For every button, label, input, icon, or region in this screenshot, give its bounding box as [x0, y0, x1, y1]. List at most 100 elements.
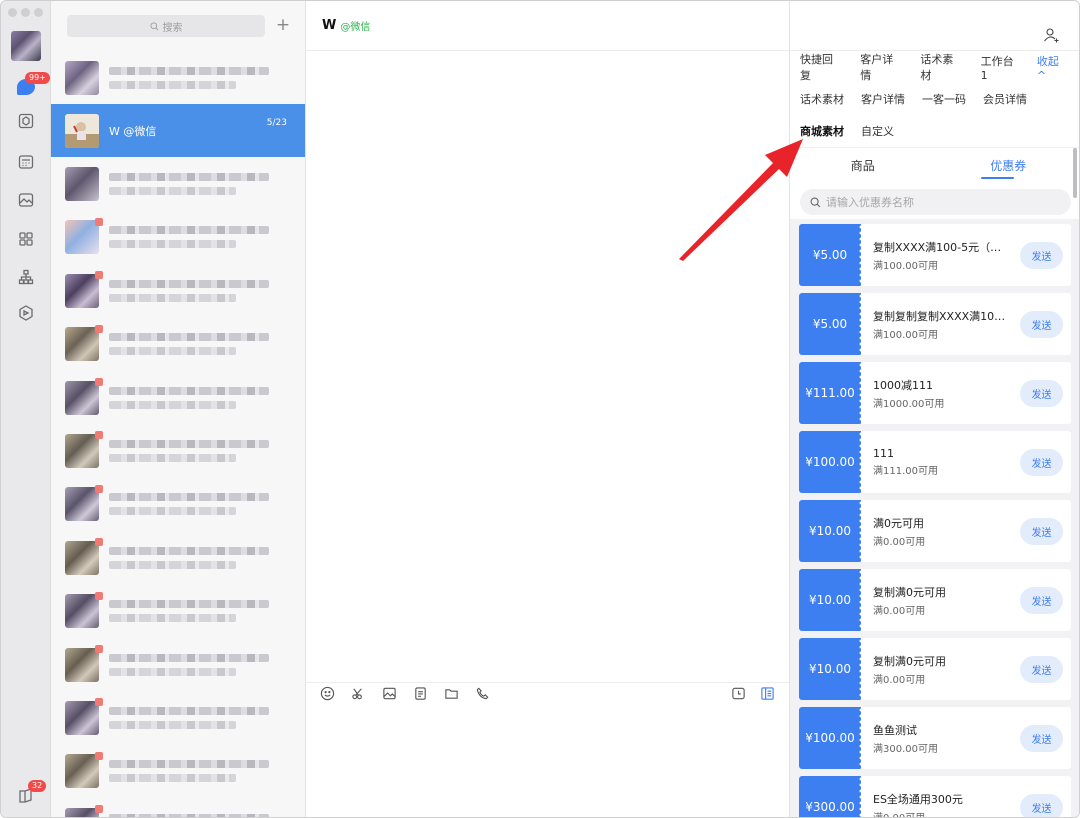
file-icon[interactable] — [413, 686, 428, 701]
list-item[interactable] — [51, 51, 305, 104]
tab-row-1: 快捷回复 客户详情 话术素材 工作台1 收起 ^ — [800, 51, 1071, 83]
coupon-search-input[interactable]: 请输入优惠券名称 — [800, 189, 1071, 215]
zoom-window-button[interactable] — [34, 8, 43, 17]
minimize-window-button[interactable] — [21, 8, 30, 17]
panel-icon[interactable] — [760, 686, 775, 701]
send-coupon-button[interactable]: 发送 — [1020, 448, 1063, 476]
clock-icon[interactable] — [731, 686, 746, 701]
add-person-icon[interactable] — [1043, 27, 1059, 43]
avatar — [65, 540, 99, 575]
coupon-card: ¥300.00 ES全场通用300元 满0.00可用 发送 — [799, 776, 1071, 818]
org-icon[interactable] — [16, 267, 36, 287]
tab-member-detail[interactable]: 会员详情 — [983, 91, 1027, 107]
list-item[interactable] — [51, 638, 305, 691]
list-item[interactable] — [51, 745, 305, 798]
list-item[interactable] — [51, 691, 305, 744]
avatar — [65, 113, 99, 148]
avatar — [65, 434, 99, 469]
coupon-condition: 满100.00可用 — [873, 329, 938, 341]
avatar — [65, 754, 99, 789]
tab-workbench-1[interactable]: 工作台1 — [981, 53, 1020, 82]
calendar-icon[interactable] — [16, 152, 36, 172]
list-item[interactable] — [51, 798, 305, 817]
send-coupon-button[interactable]: 发送 — [1020, 655, 1063, 683]
coupon-title: 复制满0元可用 — [873, 654, 946, 668]
chat-contact-tag: @微信 — [340, 22, 371, 33]
grid-icon[interactable] — [16, 229, 36, 249]
avatar — [65, 647, 99, 682]
coupon-info: 复制满0元可用 满0.00可用 — [861, 584, 1020, 617]
list-item[interactable] — [51, 264, 305, 317]
coupon-title: 复制复制复制XXXX满100-5... — [873, 309, 1011, 323]
send-coupon-button[interactable]: 发送 — [1020, 724, 1063, 752]
list-item[interactable] — [51, 371, 305, 424]
send-coupon-button[interactable]: 发送 — [1020, 517, 1063, 545]
coupon-list: ¥5.00 复制XXXX满100-5元（先到... 满100.00可用 发送 ¥5.00… — [790, 219, 1071, 818]
avatar[interactable] — [11, 31, 41, 61]
folder-icon[interactable] — [444, 686, 459, 701]
send-coupon-button[interactable]: 发送 — [1020, 379, 1063, 407]
side-panel-header — [790, 1, 1079, 51]
image-icon[interactable] — [382, 686, 397, 701]
avatar — [65, 60, 99, 95]
collapse-button[interactable]: 收起 ^ — [1037, 53, 1071, 82]
list-item[interactable] — [51, 424, 305, 477]
coupon-card: ¥5.00 复制XXXX满100-5元（先到... 满100.00可用 发送 — [799, 224, 1071, 286]
coupon-condition: 满1000.00可用 — [873, 398, 945, 410]
send-coupon-button[interactable]: 发送 — [1020, 310, 1063, 338]
coupon-condition: 满0.00可用 — [873, 812, 926, 818]
coupon-amount: ¥111.00 — [799, 362, 863, 424]
chat-title: W @微信 — [109, 124, 157, 138]
search-input[interactable]: 搜索 — [67, 15, 265, 37]
image-icon[interactable] — [16, 190, 36, 210]
tab-quick-reply[interactable]: 快捷回复 — [800, 51, 843, 83]
coupon-info: 1000减111 满1000.00可用 — [861, 377, 1020, 410]
tab-script-material[interactable]: 话术素材 — [920, 51, 963, 83]
tool-tabs: 快捷回复 客户详情 话术素材 工作台1 收起 ^ 话术素材 客户详情 一客一码 … — [790, 51, 1079, 147]
coupon-condition: 满0.00可用 — [873, 605, 926, 617]
plus-icon[interactable]: + — [275, 17, 291, 34]
avatar — [65, 487, 99, 522]
chat-date: 5/23 — [266, 118, 287, 129]
coupon-condition: 满111.00可用 — [873, 466, 938, 477]
hexagon-icon[interactable] — [16, 303, 36, 323]
list-item[interactable] — [51, 211, 305, 264]
list-item[interactable] — [51, 157, 305, 210]
subtab-products[interactable]: 商品 — [790, 148, 936, 183]
list-item[interactable] — [51, 531, 305, 584]
list-search-row: 搜索 + — [51, 1, 305, 51]
coupon-card: ¥111.00 1000减111 满1000.00可用 发送 — [799, 362, 1071, 424]
coupon-condition: 满0.00可用 — [873, 536, 926, 548]
coupon-card: ¥10.00 复制满0元可用 满0.00可用 发送 — [799, 638, 1071, 700]
send-coupon-button[interactable]: 发送 — [1020, 793, 1063, 817]
coupon-search-row: 请输入优惠券名称 — [790, 183, 1079, 219]
coupon-card: ¥5.00 复制复制复制XXXX满100-5... 满100.00可用 发送 — [799, 293, 1071, 355]
list-item[interactable] — [51, 318, 305, 371]
coupon-info: 满0元可用 满0.00可用 — [861, 515, 1020, 548]
coupon-search-placeholder: 请输入优惠券名称 — [826, 196, 914, 209]
tab-mall-material[interactable]: 商城素材 — [800, 123, 844, 139]
coupon-card: ¥100.00 111 满111.00可用 发送 — [799, 431, 1071, 493]
phone-icon[interactable] — [475, 686, 490, 701]
coupon-title: 复制满0元可用 — [873, 585, 946, 599]
list-item-active[interactable]: W @微信 5/23 — [51, 104, 305, 158]
window-controls — [8, 8, 43, 17]
tab-script-material-2[interactable]: 话术素材 — [800, 91, 844, 107]
send-coupon-button[interactable]: 发送 — [1020, 241, 1063, 269]
avatar — [65, 220, 99, 255]
tab-customer-detail[interactable]: 客户详情 — [860, 51, 903, 83]
search-placeholder: 搜索 — [162, 22, 183, 34]
scissors-icon[interactable] — [351, 686, 366, 701]
send-coupon-button[interactable]: 发送 — [1020, 586, 1063, 614]
tab-custom[interactable]: 自定义 — [861, 123, 894, 139]
coupon-card: ¥100.00 鱼鱼测试 满300.00可用 发送 — [799, 707, 1071, 769]
list-item[interactable] — [51, 585, 305, 638]
emoji-icon[interactable] — [320, 686, 335, 701]
tab-customer-detail-2[interactable]: 客户详情 — [861, 91, 905, 107]
tab-row-2: 话术素材 客户详情 一客一码 会员详情 — [800, 83, 1071, 115]
list-item[interactable] — [51, 478, 305, 531]
tab-one-customer-one-code[interactable]: 一客一码 — [922, 91, 966, 107]
panel-scrollbar[interactable] — [1073, 148, 1077, 198]
close-window-button[interactable] — [8, 8, 17, 17]
cube-icon[interactable] — [16, 111, 36, 131]
